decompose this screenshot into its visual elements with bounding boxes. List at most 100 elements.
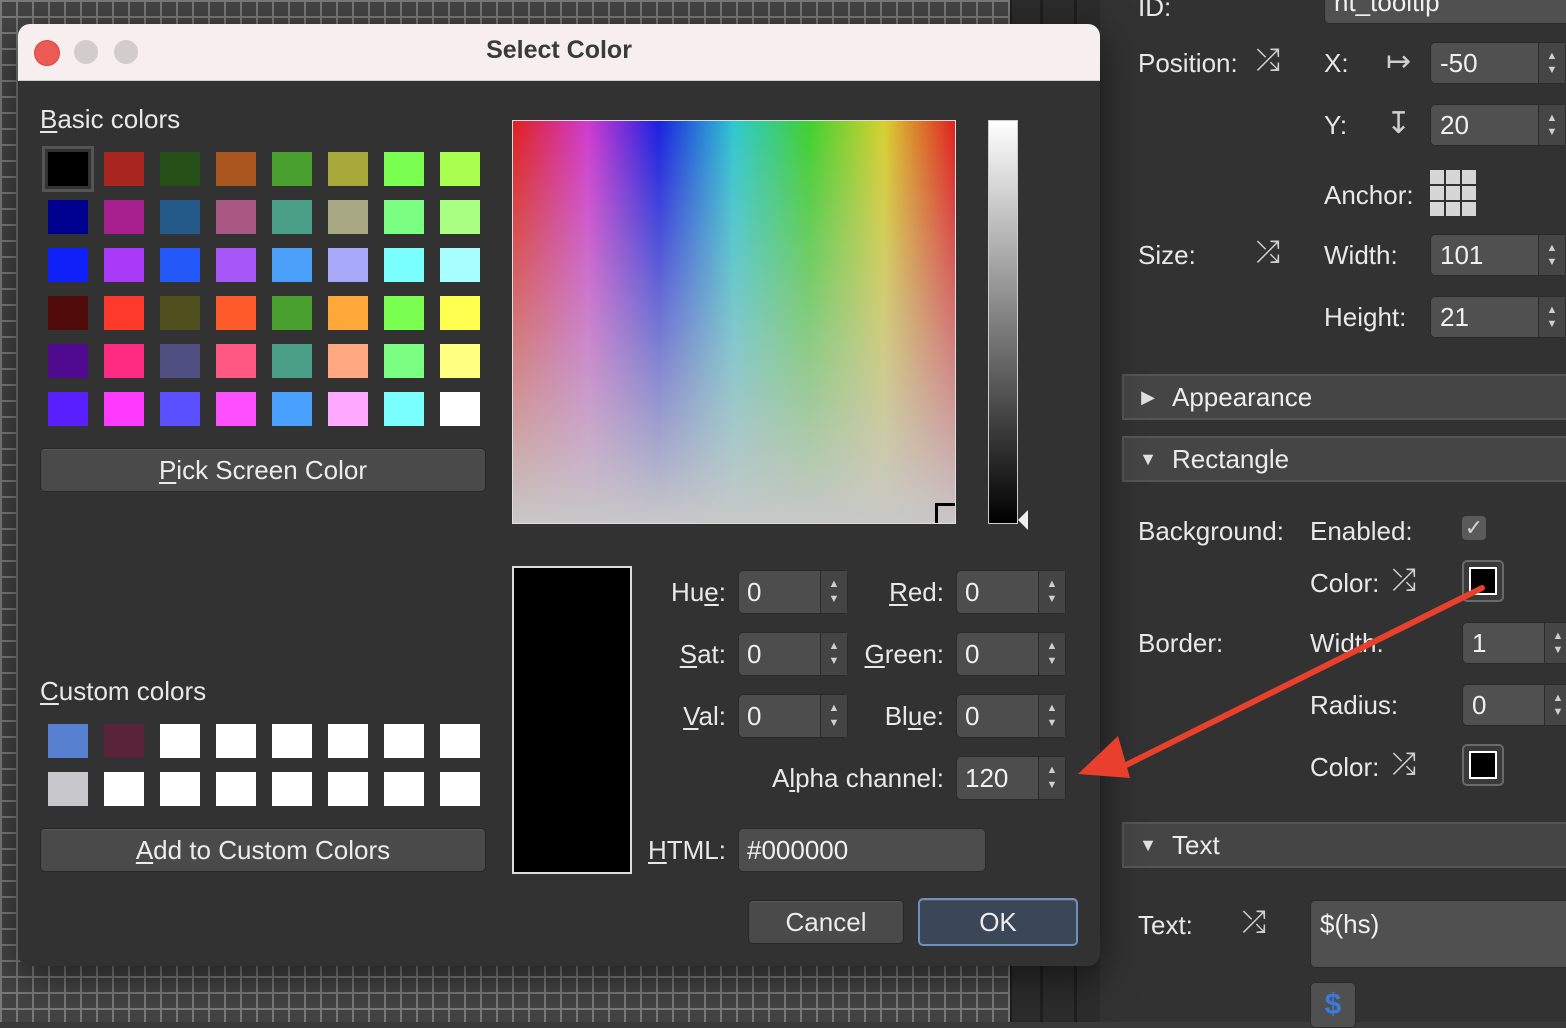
height-input[interactable]: 21 ▲ ▼ — [1430, 296, 1566, 338]
bg-color-link-icon[interactable]: ⤮ — [1392, 564, 1416, 598]
basic-color-swatch[interactable] — [216, 392, 256, 426]
basic-color-swatch[interactable] — [328, 296, 368, 330]
basic-color-swatch[interactable] — [104, 152, 144, 186]
basic-color-swatch[interactable] — [216, 200, 256, 234]
cancel-button[interactable]: Cancel — [748, 900, 904, 944]
text-input[interactable]: $(hs) — [1310, 900, 1566, 968]
basic-color-swatch[interactable] — [160, 248, 200, 282]
custom-color-swatch[interactable] — [160, 772, 200, 806]
section-appearance[interactable]: ▶ Appearance — [1122, 374, 1566, 420]
basic-color-swatch[interactable] — [216, 296, 256, 330]
y-input[interactable]: 20 ▲ ▼ — [1430, 104, 1566, 146]
basic-color-swatch[interactable] — [440, 392, 480, 426]
basic-color-swatch[interactable] — [328, 344, 368, 378]
custom-color-swatch[interactable] — [272, 724, 312, 758]
basic-color-swatch[interactable] — [272, 152, 312, 186]
custom-color-swatch[interactable] — [216, 772, 256, 806]
basic-color-swatch[interactable] — [384, 392, 424, 426]
size-link-icon[interactable]: ⤮ — [1256, 236, 1280, 270]
bg-color-button[interactable] — [1462, 560, 1504, 602]
custom-color-swatch[interactable] — [384, 772, 424, 806]
basic-color-swatch[interactable] — [384, 248, 424, 282]
basic-color-swatch[interactable] — [48, 392, 88, 426]
value-slider[interactable] — [988, 120, 1018, 524]
border-color-button[interactable] — [1462, 744, 1504, 786]
html-input[interactable]: #000000 — [738, 828, 986, 872]
anchor-grid[interactable] — [1430, 170, 1476, 216]
value-slider-handle[interactable] — [1018, 510, 1028, 530]
ok-button[interactable]: OK — [918, 898, 1078, 946]
basic-color-swatch[interactable] — [104, 392, 144, 426]
pick-screen-color-button[interactable]: Pick Screen Color — [40, 448, 486, 492]
custom-color-swatch[interactable] — [48, 724, 88, 758]
alpha-channel-input[interactable]: 120 ▲ ▼ — [956, 756, 1066, 800]
enabled-checkbox[interactable]: ✓ — [1462, 516, 1486, 540]
border-color-link-icon[interactable]: ⤮ — [1392, 748, 1416, 782]
basic-color-swatch[interactable] — [440, 248, 480, 282]
basic-color-swatch[interactable] — [328, 152, 368, 186]
basic-color-swatch[interactable] — [384, 200, 424, 234]
custom-color-swatch[interactable] — [440, 724, 480, 758]
red-input[interactable]: 0 ▲ ▼ — [956, 570, 1066, 614]
custom-color-swatch[interactable] — [160, 724, 200, 758]
radius-input[interactable]: 0 ▲ ▼ — [1462, 684, 1566, 726]
basic-color-swatch[interactable] — [272, 200, 312, 234]
basic-color-swatch[interactable] — [272, 344, 312, 378]
basic-color-swatch[interactable] — [440, 152, 480, 186]
basic-color-swatch[interactable] — [328, 200, 368, 234]
hue-input[interactable]: 0 ▲ ▼ — [738, 570, 848, 614]
basic-color-swatch[interactable] — [104, 200, 144, 234]
basic-color-swatch[interactable] — [272, 296, 312, 330]
basic-color-swatch[interactable] — [384, 152, 424, 186]
green-input[interactable]: 0 ▲ ▼ — [956, 632, 1066, 676]
section-text[interactable]: ▼ Text — [1122, 822, 1566, 868]
basic-color-swatch[interactable] — [104, 296, 144, 330]
basic-color-swatch[interactable] — [440, 344, 480, 378]
custom-color-swatch[interactable] — [104, 772, 144, 806]
blue-input[interactable]: 0 ▲ ▼ — [956, 694, 1066, 738]
section-rectangle[interactable]: ▼ Rectangle — [1122, 436, 1566, 482]
id-field[interactable]: nt_tooltip — [1324, 0, 1566, 24]
basic-color-swatch[interactable] — [328, 392, 368, 426]
val-input[interactable]: 0 ▲ ▼ — [738, 694, 848, 738]
basic-color-swatch[interactable] — [328, 248, 368, 282]
basic-color-swatch[interactable] — [48, 248, 88, 282]
basic-color-swatch[interactable] — [104, 344, 144, 378]
basic-color-swatch[interactable] — [160, 392, 200, 426]
basic-color-swatch[interactable] — [160, 344, 200, 378]
basic-color-swatch[interactable] — [42, 146, 94, 192]
width-input[interactable]: 101 ▲ ▼ — [1430, 234, 1566, 276]
text-link-icon[interactable]: ⤮ — [1242, 906, 1266, 940]
border-width-input[interactable]: 1 ▲ ▼ — [1462, 622, 1566, 664]
custom-color-swatch[interactable] — [216, 724, 256, 758]
color-spectrum[interactable] — [512, 120, 956, 524]
custom-color-swatch[interactable] — [272, 772, 312, 806]
sat-input[interactable]: 0 ▲ ▼ — [738, 632, 848, 676]
basic-color-swatch[interactable] — [272, 248, 312, 282]
basic-color-swatch[interactable] — [216, 344, 256, 378]
custom-color-swatch[interactable] — [440, 772, 480, 806]
custom-color-swatch[interactable] — [104, 724, 144, 758]
basic-color-swatch[interactable] — [440, 200, 480, 234]
insert-variable-button[interactable]: $ — [1310, 982, 1356, 1028]
basic-color-swatch[interactable] — [160, 152, 200, 186]
custom-color-swatch[interactable] — [328, 772, 368, 806]
add-to-custom-colors-button[interactable]: Add to Custom Colors — [40, 828, 486, 872]
basic-color-swatch[interactable] — [104, 248, 144, 282]
custom-color-swatch[interactable] — [48, 772, 88, 806]
basic-color-swatch[interactable] — [440, 296, 480, 330]
basic-color-swatch[interactable] — [48, 296, 88, 330]
basic-color-swatch[interactable] — [160, 200, 200, 234]
basic-color-swatch[interactable] — [384, 296, 424, 330]
custom-color-swatch[interactable] — [384, 724, 424, 758]
basic-color-swatch[interactable] — [48, 200, 88, 234]
basic-color-swatch[interactable] — [216, 152, 256, 186]
basic-color-swatch[interactable] — [216, 248, 256, 282]
basic-color-swatch[interactable] — [160, 296, 200, 330]
basic-color-swatch[interactable] — [48, 344, 88, 378]
x-input[interactable]: -50 ▲ ▼ — [1430, 42, 1566, 84]
custom-color-swatch[interactable] — [328, 724, 368, 758]
link-icon[interactable]: ⤮ — [1256, 44, 1280, 78]
basic-color-swatch[interactable] — [272, 392, 312, 426]
basic-color-swatch[interactable] — [384, 344, 424, 378]
